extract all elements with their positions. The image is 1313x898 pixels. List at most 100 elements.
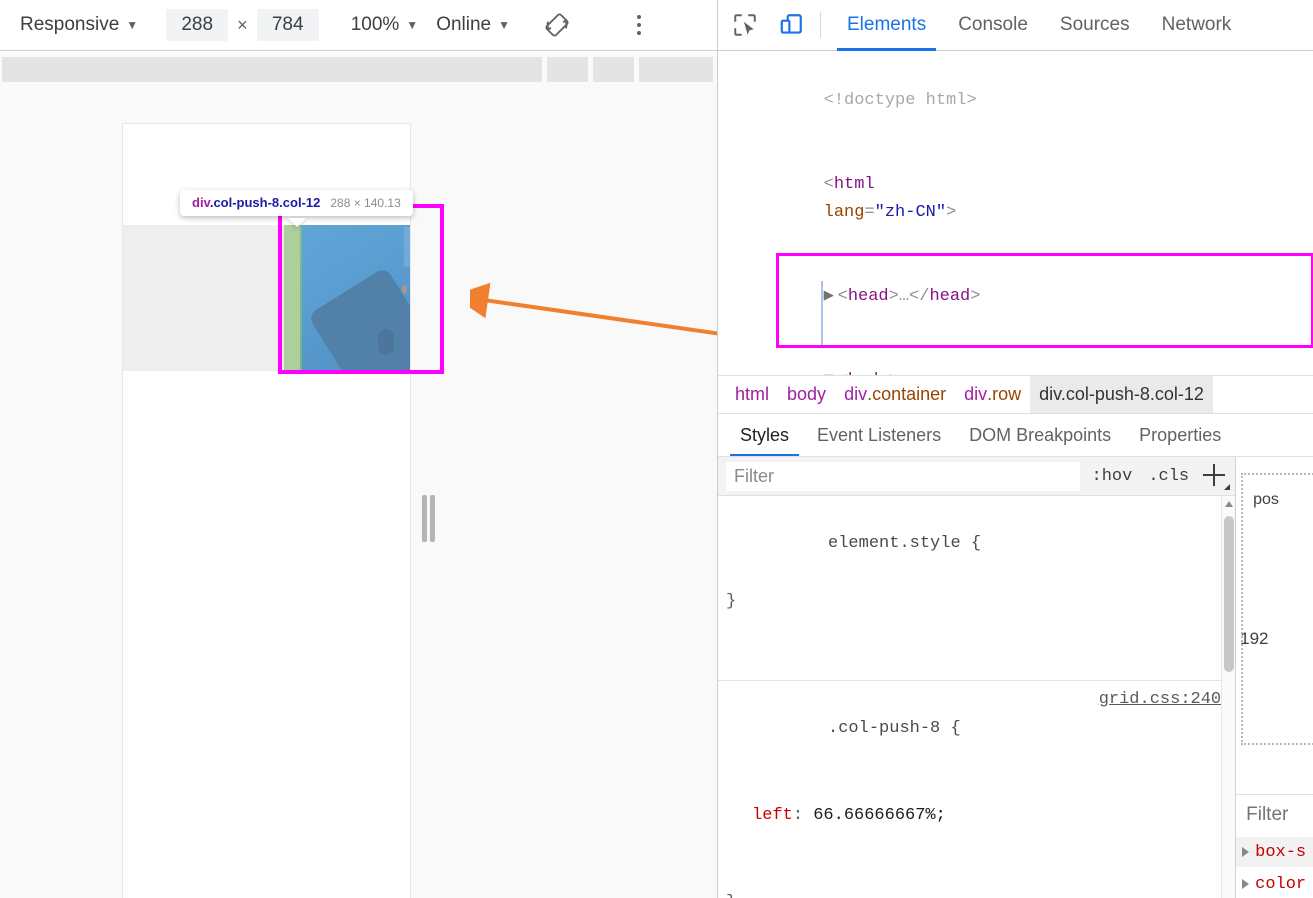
- element-highlight-tooltip: div.col-push-8.col-12 288 × 140.13: [180, 190, 413, 216]
- tree-guideline: [821, 281, 823, 347]
- scrollbar-thumb[interactable]: [1224, 516, 1235, 672]
- computed-property-name: box-s: [1255, 842, 1307, 862]
- device-preset-selector[interactable]: Responsive ▼: [14, 8, 144, 42]
- attr-name: lang: [823, 203, 865, 222]
- tab-network[interactable]: Network: [1146, 0, 1248, 51]
- toggle-device-toolbar-icon[interactable]: [772, 6, 810, 44]
- breadcrumb-item-container[interactable]: div .container: [835, 376, 955, 413]
- device-preset-label: Responsive: [20, 14, 120, 35]
- dom-node-html[interactable]: <html lang="zh-CN">: [718, 143, 1313, 255]
- device-toolbar: Responsive ▼ × 100% ▼ Online ▼: [0, 0, 717, 51]
- force-state-button[interactable]: :hov: [1084, 467, 1141, 486]
- viewport-height-input[interactable]: [256, 9, 319, 41]
- tab-label: Elements: [847, 14, 927, 35]
- toolbar-divider: [820, 12, 821, 38]
- doctype-text: <!doctype html>: [823, 91, 977, 110]
- box-model-left-value[interactable]: 192: [1240, 629, 1268, 649]
- devtools-tabbar: Elements Console Sources Network: [718, 0, 1313, 51]
- computed-filter-toolbar: [1236, 794, 1313, 834]
- dom-node-head[interactable]: ▶ <head>…</head>: [718, 255, 1313, 339]
- expand-triangle-icon[interactable]: ▶: [824, 283, 838, 311]
- device-emulation-pane: Responsive ▼ × 100% ▼ Online ▼: [0, 0, 717, 898]
- tab-console[interactable]: Console: [942, 0, 1044, 51]
- breadcrumb-class: .row: [987, 384, 1022, 404]
- tooltip-tag-name: div: [192, 195, 210, 210]
- dimension-separator: ×: [237, 14, 248, 35]
- tooltip-pointer: [288, 218, 306, 227]
- chevron-down-icon: ▼: [406, 18, 419, 32]
- dom-node-body[interactable]: ▼<body>: [718, 339, 1313, 375]
- expand-triangle-icon[interactable]: [1242, 879, 1250, 889]
- highlight-content-overlay: [302, 225, 410, 371]
- styles-filter-input[interactable]: [726, 461, 1080, 491]
- breadcrumb-tag: div: [844, 384, 868, 404]
- zoom-label: 100%: [350, 14, 400, 35]
- style-rule-col-push-8[interactable]: .col-push-8 { grid.css:240 left: 66.6666…: [718, 681, 1235, 898]
- styles-filter-toolbar: :hov .cls: [718, 457, 1236, 496]
- breadcrumb-item-row[interactable]: div .row: [955, 376, 1030, 413]
- expand-triangle-icon[interactable]: [1242, 847, 1250, 857]
- box-model-position-box[interactable]: pos: [1241, 473, 1313, 745]
- declaration-value[interactable]: 66.66666667%;: [813, 806, 946, 825]
- dom-tree[interactable]: <!doctype html> <html lang="zh-CN"> ▶ <he…: [718, 51, 1313, 375]
- computed-filter-input[interactable]: [1244, 802, 1313, 827]
- chevron-down-icon: ▼: [498, 18, 510, 32]
- annotation-arrow: [470, 282, 717, 336]
- ruler-segment: [547, 57, 588, 82]
- styles-pane: :hov .cls element.style { } .col-push-8 …: [718, 457, 1237, 898]
- vertical-dots: [637, 15, 641, 35]
- tooltip-class-names: .col-push-8.col-12: [209, 195, 321, 210]
- tag-name: body: [848, 371, 889, 375]
- element-classes-button[interactable]: .cls: [1140, 467, 1197, 486]
- ruler-segment: [639, 57, 713, 82]
- declaration-property[interactable]: left: [752, 806, 793, 825]
- tag-name: head: [847, 287, 889, 306]
- sidebar-tab-label: Event Listeners: [817, 424, 942, 445]
- breadcrumb-class: .container: [867, 384, 947, 404]
- rule-source-link[interactable]: grid.css:240: [1099, 685, 1221, 714]
- tab-label: Network: [1161, 14, 1232, 35]
- sidebar-tab-dom-breakpoints[interactable]: DOM Breakpoints: [955, 414, 1125, 456]
- throttling-selector[interactable]: Online ▼: [430, 8, 516, 42]
- breadcrumb-label: html: [735, 384, 770, 404]
- add-new-style-rule-icon[interactable]: [1197, 461, 1231, 491]
- viewport-ruler: [0, 52, 717, 84]
- ruler-segment: [2, 57, 542, 82]
- devtools-screenshot: Responsive ▼ × 100% ▼ Online ▼: [0, 0, 1313, 898]
- viewport-width-input[interactable]: [166, 9, 229, 41]
- sidebar-tab-label: DOM Breakpoints: [969, 424, 1112, 445]
- breadcrumb-item-selected[interactable]: div.col-push-8.col-12: [1030, 376, 1213, 413]
- box-model-position-label: pos: [1253, 491, 1279, 508]
- box-model-pane: pos 192 box-s color: [1236, 457, 1313, 898]
- breadcrumb-label: div.col-push-8.col-12: [1039, 384, 1204, 404]
- viewport-resize-handle[interactable]: [420, 495, 436, 542]
- styles-scrollbar[interactable]: [1221, 496, 1236, 898]
- sidebar-tabbar: Styles Event Listeners DOM Breakpoints P…: [718, 413, 1313, 457]
- breadcrumb-item-html[interactable]: html: [726, 376, 778, 413]
- breadcrumb-item-body[interactable]: body: [778, 376, 835, 413]
- sidebar-tab-event-listeners[interactable]: Event Listeners: [803, 414, 955, 456]
- sidebar-tab-properties[interactable]: Properties: [1125, 414, 1235, 456]
- chevron-down-icon: ▼: [126, 18, 139, 32]
- dom-node-doctype[interactable]: <!doctype html>: [718, 59, 1313, 143]
- tooltip-selector: div.col-push-8.col-12: [192, 195, 320, 210]
- tag-name: html: [833, 175, 875, 194]
- sidebar-tab-label: Properties: [1139, 424, 1222, 445]
- tab-label: Sources: [1059, 14, 1130, 35]
- rotate-device-icon[interactable]: [538, 6, 576, 44]
- styles-and-metrics-split: :hov .cls element.style { } .col-push-8 …: [718, 457, 1313, 898]
- zoom-selector[interactable]: 100% ▼: [345, 8, 425, 42]
- sidebar-tab-styles[interactable]: Styles: [726, 414, 803, 456]
- scroll-up-arrow-icon[interactable]: [1225, 501, 1234, 507]
- computed-property-row[interactable]: color: [1236, 869, 1313, 898]
- computed-property-name: color: [1255, 874, 1307, 894]
- style-rule-element-style[interactable]: element.style { }: [718, 496, 1236, 681]
- page-viewport[interactable]: [122, 123, 411, 898]
- computed-property-row[interactable]: box-s: [1236, 837, 1313, 867]
- collapse-triangle-icon[interactable]: ▼: [824, 367, 838, 375]
- tab-elements[interactable]: Elements: [831, 0, 942, 51]
- rule-selector: .col-push-8 {: [828, 719, 961, 738]
- inspect-element-icon[interactable]: [726, 6, 764, 44]
- more-options-icon[interactable]: [620, 6, 658, 44]
- tab-sources[interactable]: Sources: [1044, 0, 1146, 51]
